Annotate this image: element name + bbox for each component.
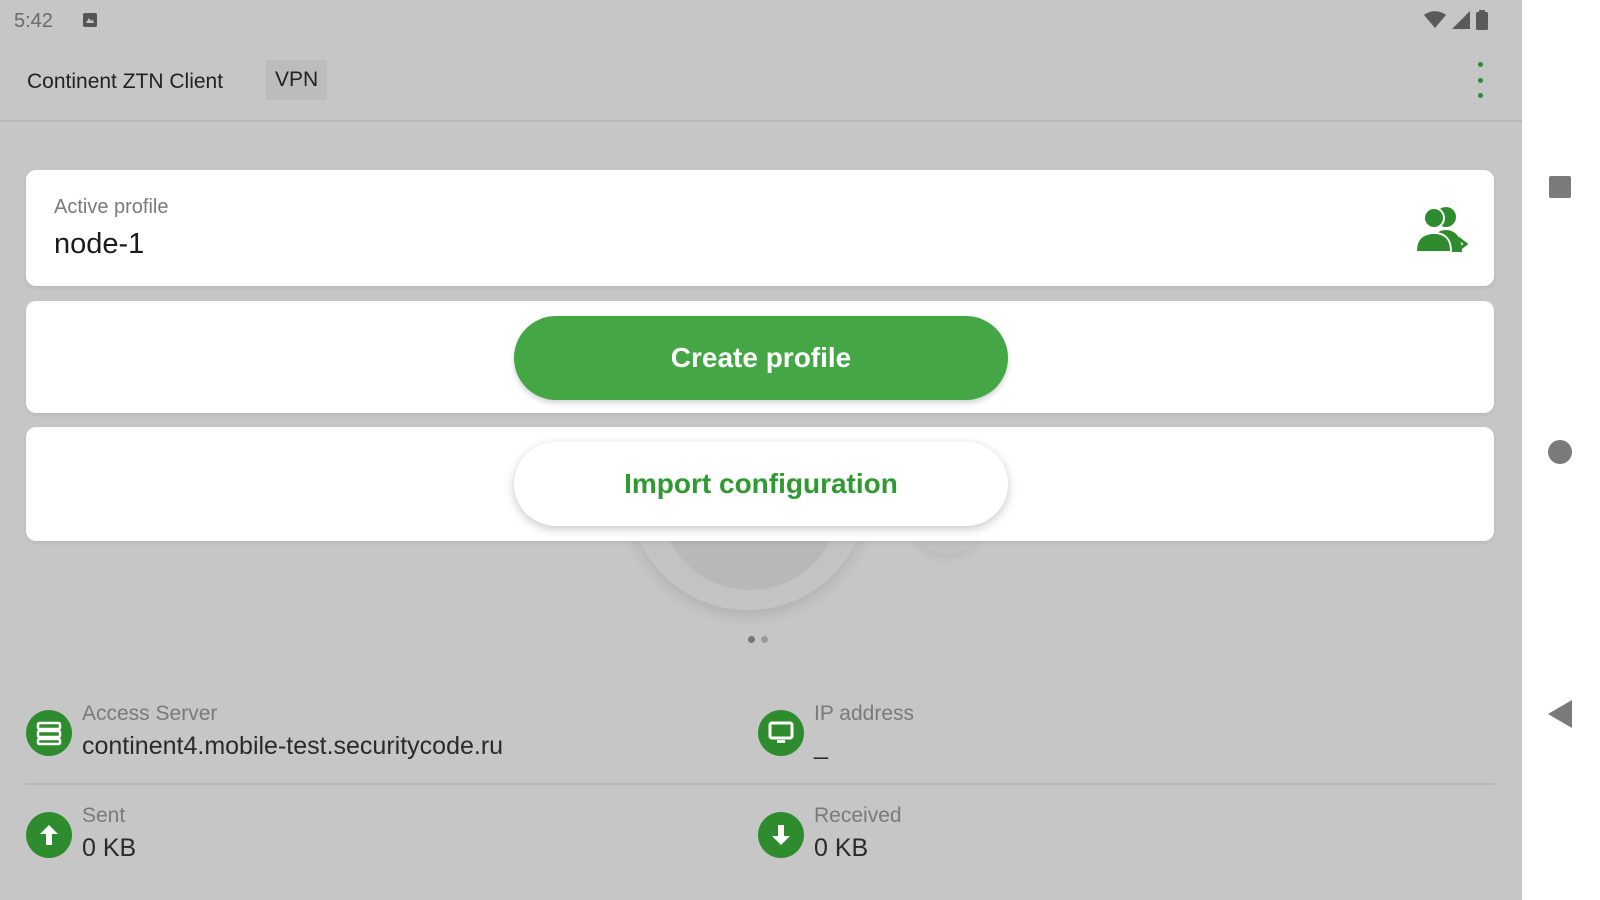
- recents-icon[interactable]: [1549, 176, 1571, 198]
- back-icon[interactable]: [1548, 700, 1572, 728]
- status-bar: 5:42: [0, 0, 1522, 44]
- access-server-value: continent4.mobile-test.securitycode.ru: [82, 732, 504, 760]
- switch-profile-icon[interactable]: [1412, 204, 1470, 254]
- app-window: 5:42 Continent ZTN Client VPN Active pro…: [0, 0, 1522, 900]
- status-time: 5:42: [14, 10, 53, 32]
- received-label: Received: [814, 804, 902, 827]
- cell-signal-icon: [1452, 10, 1470, 34]
- server-icon: [26, 710, 72, 756]
- menu-dot: [1477, 62, 1483, 67]
- home-icon[interactable]: [1548, 440, 1572, 464]
- ip-address-label: IP address: [814, 702, 915, 725]
- import-configuration-card: Import configuration: [26, 427, 1494, 541]
- monitor-icon: [758, 710, 804, 756]
- create-profile-button[interactable]: Create profile: [514, 316, 1008, 400]
- received-value: 0 KB: [814, 834, 869, 862]
- notification-icon: [82, 12, 98, 28]
- active-profile-value: node-1: [54, 228, 145, 260]
- active-profile-card[interactable]: Active profile node-1: [26, 170, 1494, 286]
- upload-arrow-icon: [26, 812, 72, 858]
- ip-address-value: _: [814, 732, 828, 760]
- pager-dot-active: [748, 636, 755, 643]
- menu-dot: [1477, 77, 1483, 83]
- import-configuration-button[interactable]: Import configuration: [514, 442, 1008, 526]
- create-profile-card: Create profile: [26, 301, 1494, 413]
- more-vert-icon[interactable]: [1470, 62, 1490, 98]
- status-icons: [1424, 9, 1488, 35]
- wifi-icon: [1424, 10, 1446, 34]
- toolbar: Continent ZTN Client VPN: [0, 44, 1522, 122]
- sent-label: Sent: [82, 804, 126, 827]
- pager-indicator: [748, 636, 768, 643]
- download-arrow-icon: [758, 812, 804, 858]
- battery-icon: [1476, 9, 1488, 35]
- access-server-label: Access Server: [82, 702, 218, 725]
- system-nav-bar: [1522, 0, 1600, 900]
- menu-dot: [1477, 93, 1483, 98]
- screen: 5:42 Continent ZTN Client VPN Active pro…: [0, 0, 1600, 900]
- app-title: Continent ZTN Client: [27, 70, 224, 93]
- pager-dot: [761, 636, 768, 643]
- sent-value: 0 KB: [82, 834, 137, 862]
- divider: [26, 783, 1494, 785]
- active-profile-label: Active profile: [54, 196, 169, 218]
- vpn-tab[interactable]: VPN: [266, 60, 328, 100]
